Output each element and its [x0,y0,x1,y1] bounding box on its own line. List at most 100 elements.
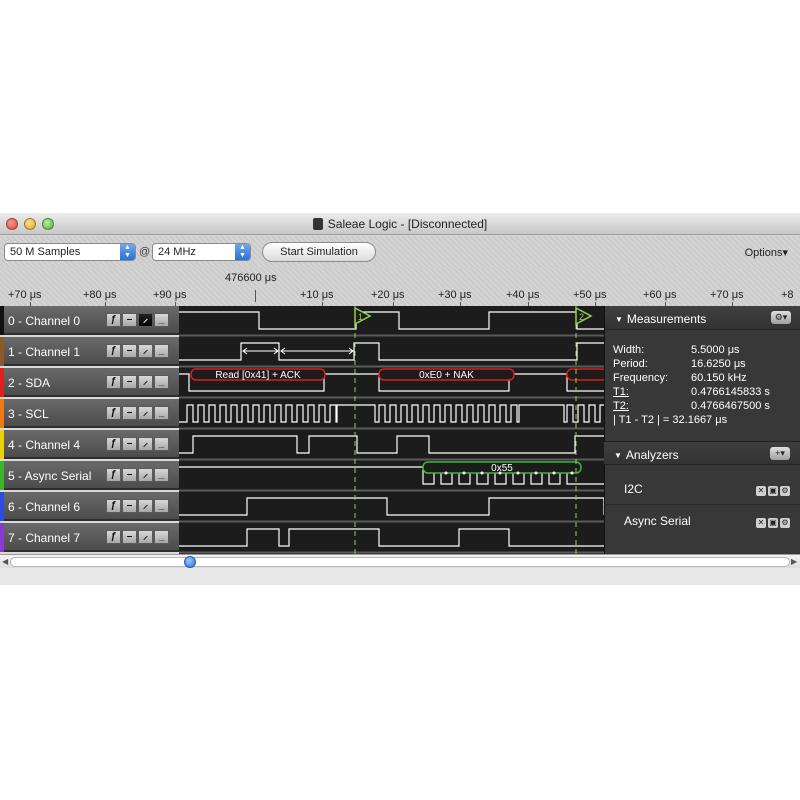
measurements-title: Measurements [626,312,707,326]
trigger-button[interactable]: ƒ [106,437,121,451]
trigger-button[interactable]: – [122,406,137,420]
channel-row[interactable]: 0 - Channel 0 ƒ – ⸝ _ [0,306,179,335]
channel-row[interactable]: 4 - Channel 4 ƒ – ⸝ _ [0,430,179,459]
trigger-button[interactable]: _ [154,375,169,389]
t2-label-link[interactable]: T2: [613,400,629,412]
ruler-tick-label: +40 μs [506,289,540,301]
trigger-button[interactable]: ƒ [106,313,121,327]
channel-row[interactable]: 1 - Channel 1 ƒ – ⸝ _ [0,337,179,366]
channel-row[interactable]: 6 - Channel 6 ƒ – ⸝ _ [0,492,179,521]
ruler-tick-label: +80 μs [83,289,117,301]
gear-icon[interactable]: ⚙▾ [771,311,791,324]
gear-icon[interactable]: ⚙ [780,518,790,528]
rate-select-value: 24 MHz [158,246,196,258]
trigger-button[interactable]: ⸝ [138,344,153,358]
ruler-tick-label: +8 [781,289,794,301]
channel-name: 0 - Channel 0 [8,314,81,328]
analyzer-item-i2c[interactable]: I2C ✕ ▣ ⚙ [604,473,800,503]
analyzer-item-async-serial[interactable]: Async Serial ✕ ▣ ⚙ [604,504,800,534]
channel-row[interactable]: 2 - SDA ƒ – ⸝ _ [0,368,179,397]
samples-select-value: 50 M Samples [10,246,81,258]
serial-bit-dot [444,471,448,475]
trigger-button[interactable]: ⸝ [138,437,153,451]
channel-name: 5 - Async Serial [8,469,92,483]
trigger-button[interactable]: – [122,313,137,327]
channel-lane [179,523,604,552]
serial-byte-annotation-label: 0x55 [491,463,513,474]
start-simulation-button[interactable]: Start Simulation [262,242,376,262]
rate-select[interactable]: 24 MHz ▲ ▼ [152,243,251,261]
i2c-nak-annotation-label: 0xE0 + NAK [419,370,474,381]
trigger-button[interactable]: _ [154,468,169,482]
trigger-buttons: ƒ – ⸝ _ [106,530,172,546]
trigger-button[interactable]: ƒ [106,375,121,389]
time-ruler[interactable]: 476600 μs +70 μs +80 μs +90 μs +10 μs +20 μs… [0,268,800,306]
trigger-buttons: ƒ – ⸝ _ [106,344,172,360]
measurement-value: 60.150 kHz [691,372,747,384]
trigger-button[interactable]: ⸝ [138,313,153,327]
gear-icon[interactable]: ⚙ [780,486,790,496]
ruler-tick-label: +50 μs [573,289,607,301]
trigger-buttons: ƒ – ⸝ _ [106,375,172,391]
channel-row[interactable]: 5 - Async Serial ƒ – ⸝ _ [0,461,179,490]
disclosure-triangle-icon: ▼ [614,451,622,460]
trigger-button[interactable]: ⸝ [138,406,153,420]
ruler-center-time: 476600 μs [225,272,277,284]
channel-row[interactable]: 7 - Channel 7 ƒ – ⸝ _ [0,523,179,552]
trigger-button[interactable]: _ [154,406,169,420]
trigger-button[interactable]: _ [154,530,169,544]
time-difference: | T1 - T2 | = 32.1667 μs [613,414,728,426]
trigger-button[interactable]: _ [154,344,169,358]
trigger-button[interactable]: _ [154,499,169,513]
trigger-button[interactable]: – [122,468,137,482]
analyzers-header[interactable]: ▼ Analyzers +▾ [604,441,800,465]
at-symbol: @ [139,246,151,258]
channel-color-strip [0,523,4,552]
trigger-button[interactable]: ƒ [106,468,121,482]
channel-color-strip [0,306,4,335]
measurement-row: Width: 5.5000 μs [613,344,798,358]
scroll-thumb[interactable] [184,556,196,568]
trigger-button[interactable]: – [122,344,137,358]
horizontal-scrollbar[interactable]: ◀ ▶ [0,554,800,568]
trigger-button[interactable]: ƒ [106,344,121,358]
analyzer-name: I2C [624,482,643,496]
t1-label-link[interactable]: T1: [613,386,629,398]
center-tick [255,290,256,302]
trigger-button[interactable]: ƒ [106,499,121,513]
measurement-value: 16.6250 μs [691,358,746,370]
trigger-button[interactable]: _ [154,437,169,451]
add-analyzer-button[interactable]: +▾ [770,447,790,460]
samples-select[interactable]: 50 M Samples ▲ ▼ [4,243,136,261]
trigger-button[interactable]: ⸝ [138,468,153,482]
trigger-button[interactable]: – [122,530,137,544]
trigger-button[interactable]: – [122,437,137,451]
export-icon[interactable]: ▣ [768,518,778,528]
serial-bit-dot [570,471,574,475]
waveform-view[interactable]: Read [0x41] + ACK 0xE0 + NAK 0x55 1 2 [179,306,604,554]
select-arrows-icon: ▲ ▼ [120,244,135,260]
channel-lane [179,399,604,428]
trigger-button[interactable]: – [122,375,137,389]
trigger-button[interactable]: ƒ [106,530,121,544]
trigger-button[interactable]: _ [154,313,169,327]
trigger-button[interactable]: ⸝ [138,530,153,544]
measurements-header[interactable]: ▼ Measurements ⚙▾ [605,306,800,330]
serial-bit-dot [498,471,502,475]
i2c-read-annotation-label: Read [0x41] + ACK [215,370,301,381]
trigger-button[interactable]: ⸝ [138,499,153,513]
options-menu-button[interactable]: Options▾ [745,246,788,259]
channel-row[interactable]: 3 - SCL ƒ – ⸝ _ [0,399,179,428]
trigger-button[interactable]: – [122,499,137,513]
close-icon[interactable]: ✕ [756,518,766,528]
scroll-left-icon[interactable]: ◀ [2,557,8,566]
scroll-right-icon[interactable]: ▶ [791,557,797,566]
app-icon [312,218,323,230]
scroll-track[interactable] [10,557,790,567]
export-icon[interactable]: ▣ [768,486,778,496]
measurement-key: Width: [613,344,645,356]
close-icon[interactable]: ✕ [756,486,766,496]
trigger-button[interactable]: ⸝ [138,375,153,389]
trigger-button[interactable]: ƒ [106,406,121,420]
serial-bit-dot [534,471,538,475]
